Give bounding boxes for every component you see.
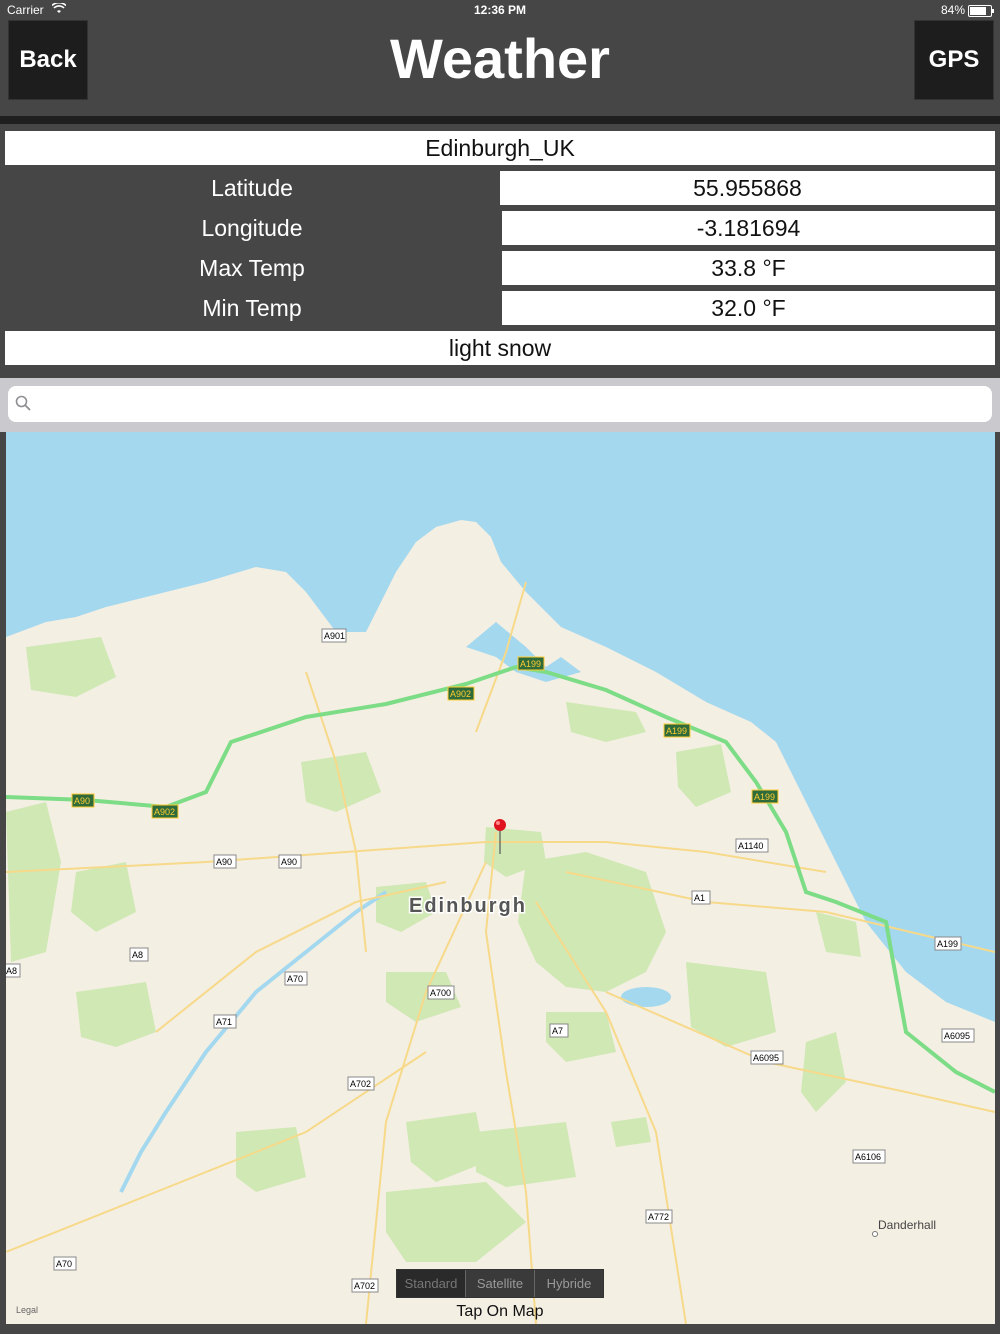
map-type-standard[interactable]: Standard	[397, 1270, 466, 1297]
road-label-a702: A702	[350, 1079, 371, 1089]
clock: 12:36 PM	[473, 3, 527, 17]
road-label-a90: A90	[74, 796, 90, 806]
road-label-a8: A8	[132, 950, 143, 960]
road-label-a199: A199	[666, 726, 687, 736]
map-type-hybride[interactable]: Hybride	[535, 1270, 603, 1297]
road-label-a8: A8	[6, 966, 17, 976]
road-label-a700: A700	[430, 988, 451, 998]
road-label-a901: A901	[324, 631, 345, 641]
map-graphic[interactable]: A901 A199 A902 A199 A199 A90 A902 A90 A9…	[6, 432, 995, 1324]
road-label-a71: A71	[216, 1017, 232, 1027]
road-label-a90: A90	[216, 857, 232, 867]
battery-percent: 84%	[940, 3, 965, 17]
back-button[interactable]: Back	[8, 20, 88, 100]
max-temp-value: 33.8 °F	[502, 251, 995, 285]
road-label-a902: A902	[154, 807, 175, 817]
road-label-a90: A90	[281, 857, 297, 867]
min-temp-value: 32.0 °F	[502, 291, 995, 325]
road-label-a902: A902	[450, 689, 471, 699]
longitude-label: Longitude	[201, 214, 303, 241]
latitude-value: 55.955868	[500, 171, 995, 205]
road-label-a6095: A6095	[944, 1031, 970, 1041]
search-bar[interactable]	[8, 386, 992, 424]
location-field: Edinburgh_UK	[5, 131, 995, 165]
road-label-a702: A702	[354, 1281, 375, 1291]
search-icon	[15, 395, 31, 416]
longitude-value: -3.181694	[502, 211, 995, 245]
road-label-a199: A199	[937, 939, 958, 949]
latitude-label: Latitude	[211, 174, 293, 201]
status-bar: Carrier 12:36 PM 84%	[0, 0, 1000, 22]
road-label-a70: A70	[56, 1259, 72, 1269]
road-label-a6106: A6106	[855, 1152, 881, 1162]
road-label-a772: A772	[648, 1212, 669, 1222]
road-label-a199: A199	[754, 792, 775, 802]
max-temp-label: Max Temp	[199, 254, 305, 281]
map-type-control[interactable]: Standard Satellite Hybride	[396, 1269, 604, 1298]
road-label-a70: A70	[287, 974, 303, 984]
weather-description: light snow	[5, 331, 995, 365]
road-label-a6095: A6095	[753, 1053, 779, 1063]
battery-icon	[968, 5, 994, 17]
search-input[interactable]	[40, 386, 984, 424]
map-view[interactable]: A901 A199 A902 A199 A199 A90 A902 A90 A9…	[6, 432, 995, 1324]
map-type-satellite[interactable]: Satellite	[466, 1270, 535, 1297]
city-label: Edinburgh	[409, 895, 527, 917]
road-label-a1: A1	[694, 893, 705, 903]
page-title: Weather	[390, 27, 610, 90]
min-temp-label: Min Temp	[202, 294, 302, 321]
lake	[621, 987, 671, 1007]
gps-button[interactable]: GPS	[914, 20, 994, 100]
road-label-a199: A199	[520, 659, 541, 669]
place-label-danderhall: Danderhall	[878, 1218, 936, 1232]
header-divider	[0, 116, 1000, 124]
road-label-a7: A7	[552, 1026, 563, 1036]
tap-on-map-hint: Tap On Map	[456, 1303, 544, 1320]
road-label-a1140: A1140	[738, 841, 763, 851]
